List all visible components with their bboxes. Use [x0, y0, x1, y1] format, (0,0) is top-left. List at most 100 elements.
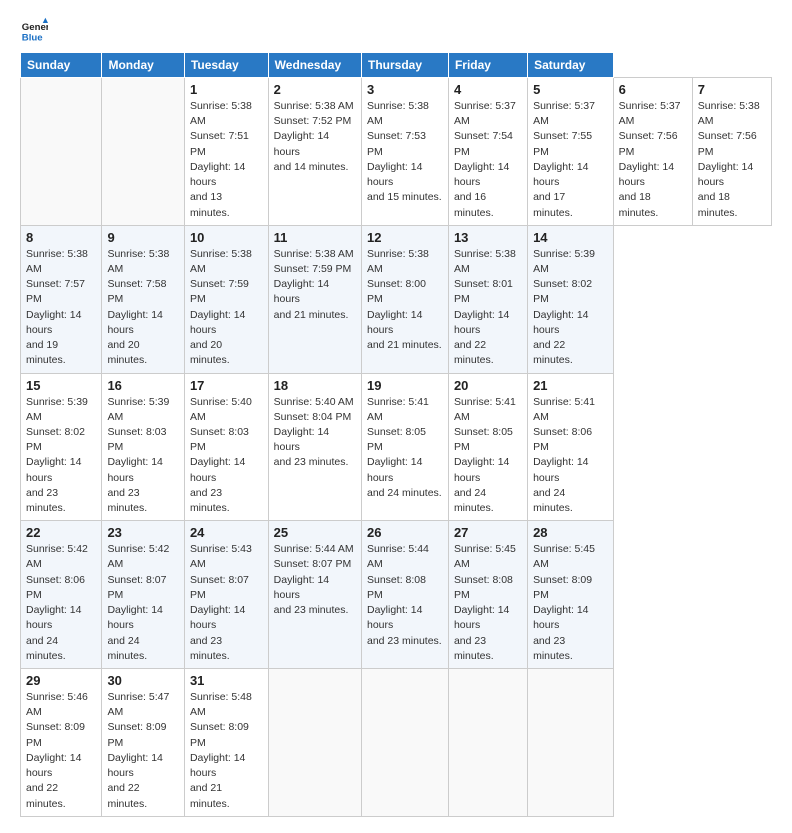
svg-text:General: General — [22, 22, 48, 33]
day-detail-line: and 23 minutes. — [274, 603, 356, 618]
day-detail-line: Sunset: 8:09 PM — [107, 720, 178, 750]
day-detail-line: Daylight: 14 hours — [107, 603, 178, 633]
day-detail-line: and 20 minutes. — [107, 338, 178, 368]
day-detail-line: Sunrise: 5:41 AM — [367, 395, 443, 425]
day-detail-line: Sunrise: 5:47 AM — [107, 690, 178, 720]
day-detail: Sunrise: 5:38 AMSunset: 7:51 PMDaylight:… — [190, 99, 263, 221]
day-detail: Sunrise: 5:40 AMSunset: 8:03 PMDaylight:… — [190, 395, 263, 517]
day-number: 24 — [190, 525, 263, 540]
day-number: 14 — [533, 230, 608, 245]
day-detail-line: Sunrise: 5:38 AM — [274, 247, 356, 262]
page-header: General Blue — [20, 16, 772, 44]
day-detail-line: Daylight: 14 hours — [107, 751, 178, 781]
calendar-cell: 24Sunrise: 5:43 AMSunset: 8:07 PMDayligh… — [184, 521, 268, 669]
day-detail-line: Sunrise: 5:38 AM — [190, 99, 263, 129]
day-detail-line: Sunrise: 5:48 AM — [190, 690, 263, 720]
weekday-header-saturday: Saturday — [528, 53, 614, 78]
calendar-cell: 21Sunrise: 5:41 AMSunset: 8:06 PMDayligh… — [528, 373, 614, 521]
day-detail: Sunrise: 5:42 AMSunset: 8:06 PMDaylight:… — [26, 542, 96, 664]
calendar-cell: 28Sunrise: 5:45 AMSunset: 8:09 PMDayligh… — [528, 521, 614, 669]
day-detail-line: and 15 minutes. — [367, 190, 443, 205]
day-detail-line: Daylight: 14 hours — [190, 751, 263, 781]
day-number: 27 — [454, 525, 522, 540]
day-number: 22 — [26, 525, 96, 540]
day-detail-line: Sunrise: 5:38 AM — [454, 247, 522, 277]
day-detail-line: Sunset: 8:09 PM — [26, 720, 96, 750]
calendar-cell: 8Sunrise: 5:38 AMSunset: 7:57 PMDaylight… — [21, 225, 102, 373]
day-detail-line: Sunrise: 5:37 AM — [619, 99, 687, 129]
day-detail: Sunrise: 5:44 AMSunset: 8:08 PMDaylight:… — [367, 542, 443, 649]
day-detail-line: Sunset: 8:05 PM — [367, 425, 443, 455]
day-number: 5 — [533, 82, 608, 97]
calendar-cell: 23Sunrise: 5:42 AMSunset: 8:07 PMDayligh… — [102, 521, 184, 669]
day-detail-line: Sunset: 7:59 PM — [274, 262, 356, 277]
day-detail-line: Sunrise: 5:45 AM — [454, 542, 522, 572]
calendar-cell: 11Sunrise: 5:38 AMSunset: 7:59 PMDayligh… — [268, 225, 361, 373]
day-detail-line: Daylight: 14 hours — [274, 277, 356, 307]
calendar-cell: 5Sunrise: 5:37 AMSunset: 7:55 PMDaylight… — [528, 78, 614, 226]
day-number: 31 — [190, 673, 263, 688]
calendar-cell: 31 Sunrise: 5:48 AMSunset: 8:09 PMDayligh… — [184, 669, 268, 817]
calendar-week-5: 29 Sunrise: 5:46 AMSunset: 8:09 PMDayligh… — [21, 669, 772, 817]
day-detail-line: Daylight: 14 hours — [190, 455, 263, 485]
calendar-cell: 4Sunrise: 5:37 AMSunset: 7:54 PMDaylight… — [448, 78, 527, 226]
day-detail: Sunrise: 5:47 AMSunset: 8:09 PMDaylight:… — [107, 690, 178, 812]
logo-icon: General Blue — [20, 16, 48, 44]
day-detail-line: Sunset: 8:08 PM — [367, 573, 443, 603]
day-detail-line: Sunrise: 5:39 AM — [26, 395, 96, 425]
logo: General Blue — [20, 16, 48, 44]
weekday-header-tuesday: Tuesday — [184, 53, 268, 78]
day-detail: Sunrise: 5:42 AMSunset: 8:07 PMDaylight:… — [107, 542, 178, 664]
calendar-cell — [21, 78, 102, 226]
day-number: 21 — [533, 378, 608, 393]
day-detail-line: Daylight: 14 hours — [454, 455, 522, 485]
day-detail-line: Sunrise: 5:38 AM — [274, 99, 356, 114]
calendar-cell: 12Sunrise: 5:38 AMSunset: 8:00 PMDayligh… — [362, 225, 449, 373]
day-detail-line: Daylight: 14 hours — [367, 308, 443, 338]
calendar-cell: 16Sunrise: 5:39 AMSunset: 8:03 PMDayligh… — [102, 373, 184, 521]
calendar-cell: 17Sunrise: 5:40 AMSunset: 8:03 PMDayligh… — [184, 373, 268, 521]
day-detail-line: Sunset: 8:00 PM — [367, 277, 443, 307]
day-number: 26 — [367, 525, 443, 540]
day-detail-line: and 24 minutes. — [367, 486, 443, 501]
calendar-cell: 20Sunrise: 5:41 AMSunset: 8:05 PMDayligh… — [448, 373, 527, 521]
day-detail-line: and 22 minutes. — [26, 781, 96, 811]
day-detail-line: and 22 minutes. — [454, 338, 522, 368]
weekday-header-thursday: Thursday — [362, 53, 449, 78]
day-detail-line: Daylight: 14 hours — [26, 308, 96, 338]
calendar-header-row: SundayMondayTuesdayWednesdayThursdayFrid… — [21, 53, 772, 78]
day-detail-line: Sunset: 8:09 PM — [533, 573, 608, 603]
day-detail-line: Sunset: 7:53 PM — [367, 129, 443, 159]
day-detail-line: Sunset: 8:07 PM — [190, 573, 263, 603]
day-detail-line: Daylight: 14 hours — [274, 129, 356, 159]
day-number: 18 — [274, 378, 356, 393]
day-detail-line: Sunset: 7:57 PM — [26, 277, 96, 307]
calendar-week-4: 22 Sunrise: 5:42 AMSunset: 8:06 PMDayligh… — [21, 521, 772, 669]
day-detail-line: Sunrise: 5:41 AM — [454, 395, 522, 425]
day-detail-line: Sunset: 8:06 PM — [533, 425, 608, 455]
day-number: 29 — [26, 673, 96, 688]
day-detail-line: and 18 minutes. — [698, 190, 766, 220]
calendar-cell — [102, 78, 184, 226]
calendar-cell: 30Sunrise: 5:47 AMSunset: 8:09 PMDayligh… — [102, 669, 184, 817]
weekday-header-friday: Friday — [448, 53, 527, 78]
calendar-cell: 14Sunrise: 5:39 AMSunset: 8:02 PMDayligh… — [528, 225, 614, 373]
calendar-cell: 18Sunrise: 5:40 AMSunset: 8:04 PMDayligh… — [268, 373, 361, 521]
day-detail-line: and 23 minutes. — [533, 634, 608, 664]
calendar-cell: 13Sunrise: 5:38 AMSunset: 8:01 PMDayligh… — [448, 225, 527, 373]
day-detail-line: Daylight: 14 hours — [533, 455, 608, 485]
day-detail: Sunrise: 5:38 AMSunset: 7:59 PMDaylight:… — [274, 247, 356, 323]
day-detail-line: Daylight: 14 hours — [107, 308, 178, 338]
day-detail-line: Sunrise: 5:38 AM — [367, 247, 443, 277]
day-detail: Sunrise: 5:38 AMSunset: 7:53 PMDaylight:… — [367, 99, 443, 206]
day-detail-line: and 24 minutes. — [454, 486, 522, 516]
day-detail-line: and 23 minutes. — [454, 634, 522, 664]
calendar-week-3: 15Sunrise: 5:39 AMSunset: 8:02 PMDayligh… — [21, 373, 772, 521]
day-detail-line: Sunrise: 5:38 AM — [107, 247, 178, 277]
day-detail-line: and 14 minutes. — [274, 160, 356, 175]
day-detail-line: Sunset: 8:09 PM — [190, 720, 263, 750]
day-detail: Sunrise: 5:46 AMSunset: 8:09 PMDaylight:… — [26, 690, 96, 812]
day-detail-line: Sunrise: 5:37 AM — [454, 99, 522, 129]
calendar-cell: 25Sunrise: 5:44 AMSunset: 8:07 PMDayligh… — [268, 521, 361, 669]
day-detail-line: and 24 minutes. — [533, 486, 608, 516]
